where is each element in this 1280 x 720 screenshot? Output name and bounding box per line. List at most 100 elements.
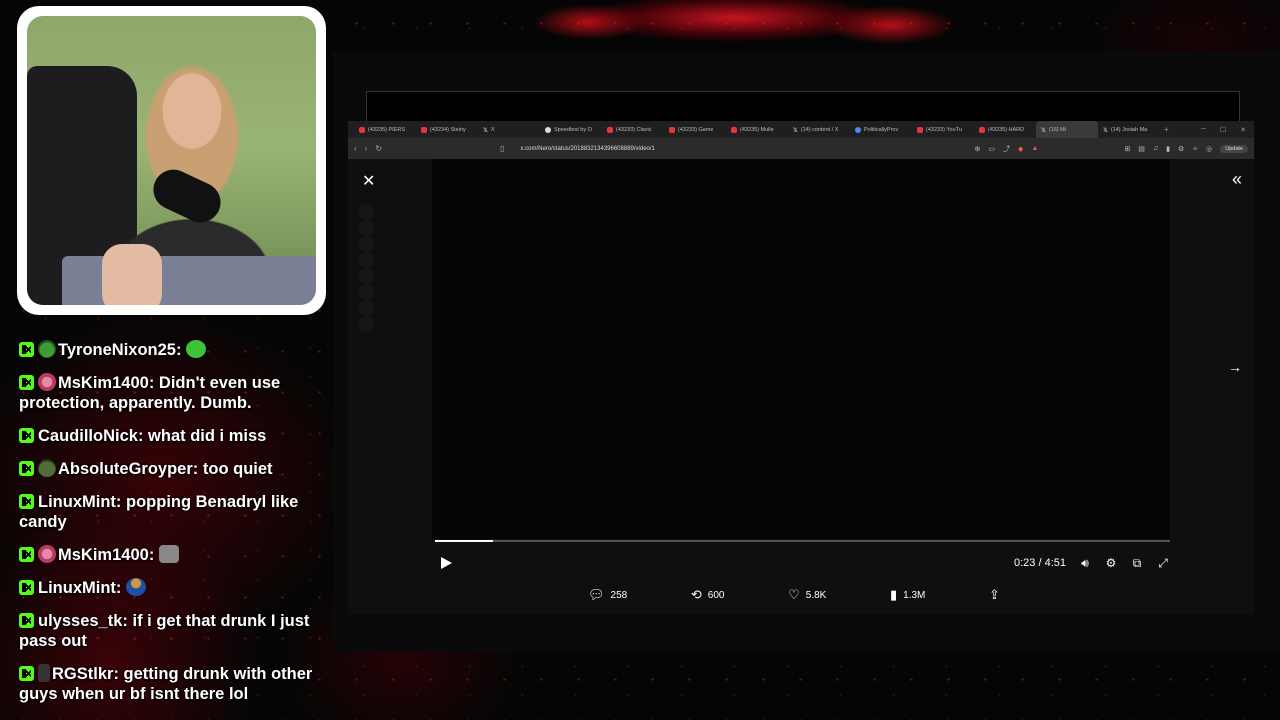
volume-icon[interactable]: 🔊︎ — [1078, 556, 1092, 571]
browser-tab[interactable]: Speedtest by O — [540, 121, 602, 138]
close-icon[interactable]: ✕ — [362, 171, 375, 191]
chat-username: AbsoluteGroyper — [58, 460, 193, 478]
browser-tab[interactable]: 𝕏 (14) content / X — [788, 121, 850, 138]
music-icon[interactable]: ♫ — [1153, 145, 1158, 152]
forward-icon[interactable]: › — [365, 144, 368, 153]
browser-tab[interactable]: 𝕏X — [478, 121, 540, 138]
reload-icon[interactable]: ↻ — [375, 144, 382, 153]
x-logo-icon: 𝕏 — [483, 127, 488, 134]
video-controls: 0:23 / 4:51 🔊︎ ⚙ ⧉ ⤢ — [435, 554, 1170, 572]
vpn-icon[interactable]: ◎ — [1206, 145, 1212, 153]
x-logo-icon: 𝕏 — [793, 127, 798, 134]
url-field[interactable]: x.com/Nero/status/2018832134396608889/vi… — [520, 146, 966, 152]
collapse-sidebar-icon[interactable]: « — [1232, 169, 1242, 190]
tab-label: Speedtest by O — [554, 126, 592, 133]
views-button[interactable]: ▮ 1.3M — [890, 587, 925, 603]
sidebar-icon[interactable]: ▮ — [1166, 145, 1170, 153]
share-button[interactable]: ⇪ — [989, 587, 1000, 603]
kick-icon — [19, 666, 34, 681]
tab-label: (43233) YouTu — [926, 126, 962, 133]
repost-button[interactable]: ⟲ 600 — [691, 587, 725, 603]
hand — [102, 244, 162, 305]
x-logo-icon: 𝕏 — [1041, 127, 1046, 134]
chat-feed: TyroneNixon25: MsKim1400: Didn't even us… — [19, 340, 325, 717]
like-button[interactable]: ♡ 5.8K — [788, 587, 826, 603]
youtube-icon — [669, 126, 675, 133]
back-icon[interactable]: ‹ — [354, 144, 357, 153]
chat-message: MsKim1400: — [19, 545, 325, 565]
browser-tab[interactable]: (43233) Game — [664, 121, 726, 138]
tab-label: (43235) Mulle — [740, 126, 774, 133]
next-arrow-icon[interactable]: → — [1228, 359, 1242, 375]
x-logo-icon: 𝕏 — [1103, 127, 1108, 134]
youtube-icon — [731, 126, 737, 133]
puzzle-icon[interactable]: ✧ — [1192, 145, 1198, 153]
kick-icon — [19, 580, 34, 595]
extensions-icon[interactable]: ⊞ — [1124, 145, 1130, 153]
browser-tab-active[interactable]: 𝕏 (16) Mi — [1036, 121, 1098, 138]
window-controls: ─ ☐ ✕ — [1201, 126, 1254, 134]
maximize-icon[interactable]: ☐ — [1220, 126, 1226, 134]
kick-icon — [19, 375, 34, 390]
close-window-icon[interactable]: ✕ — [1240, 126, 1246, 134]
current-time: 0:23 — [1013, 557, 1036, 569]
browser-tab[interactable]: PoliticallyProv — [850, 121, 912, 138]
brave-shield-icon[interactable]: ◆ — [1018, 145, 1023, 153]
tab-label: (14) content / X — [800, 126, 839, 133]
chat-username: TyroneNixon25 — [58, 341, 176, 359]
helmet-badge-icon — [38, 459, 56, 477]
repost-count: 600 — [707, 589, 725, 601]
tab-label: (43233) Game — [678, 126, 714, 133]
browser-tab[interactable]: (43233) Clavic — [602, 121, 664, 138]
video-progress-bar[interactable] — [435, 540, 1170, 542]
new-tab-button[interactable]: + — [1164, 125, 1169, 134]
settings-icon[interactable]: ⚙ — [1104, 556, 1118, 570]
browser-tab[interactable]: (43233) YouTu — [912, 121, 974, 138]
video-player[interactable] — [432, 159, 1170, 539]
pip-icon[interactable]: ⧉ — [1130, 556, 1144, 571]
media-viewer: ✕ « → 0:23 / 4:51 🔊︎ ⚙ ⧉ ⤢ 💬︎ 258 ⟲ 600 ♡ 5… — [348, 159, 1254, 614]
globe-icon — [545, 126, 551, 133]
browser-tab[interactable]: (43234) Steiny — [416, 121, 478, 138]
bowl-emote-icon — [126, 578, 146, 596]
rewards-icon[interactable]: ▲ — [1031, 145, 1038, 152]
capture-border — [366, 91, 1240, 121]
chat-username: LinuxMint — [38, 493, 116, 511]
browser-tab[interactable]: 𝕏 (14) Josiah Ma — [1098, 121, 1160, 138]
kick-icon — [19, 342, 34, 357]
chat-username: ulysses_tk — [38, 612, 123, 630]
kick-icon — [19, 428, 34, 443]
cat-emote-icon — [158, 545, 179, 563]
analytics-icon: ▮ — [890, 587, 898, 602]
tab-label: (43235) PIERS — [368, 126, 405, 133]
fullscreen-icon[interactable]: ⤢ — [1156, 556, 1170, 571]
screen-icon[interactable]: ▭ — [988, 145, 995, 153]
browser-chrome: (43235) PIERS (43234) Steiny 𝕏X Speedtes… — [348, 121, 1254, 159]
zoom-icon[interactable]: ⊕ — [975, 145, 981, 153]
gear-icon[interactable]: ⚙ — [1178, 145, 1184, 153]
browser-tab[interactable]: (43235) PIERS — [354, 121, 416, 138]
browser-tab[interactable]: (43235) HARD — [974, 121, 1036, 138]
share-icon[interactable]: ⤴ — [1003, 144, 1010, 154]
reply-button[interactable]: 💬︎ 258 — [588, 587, 627, 603]
pink-badge-icon — [38, 373, 56, 391]
chat-text: too quiet — [202, 460, 273, 478]
update-button[interactable]: Update — [1220, 144, 1248, 153]
tab-strip: (43235) PIERS (43234) Steiny 𝕏X Speedtes… — [348, 121, 1254, 138]
youtube-icon — [421, 126, 427, 133]
laptop — [62, 256, 316, 305]
post-actions: 💬︎ 258 ⟲ 600 ♡ 5.8K ▮ 1.3M ⇪ — [588, 587, 1000, 603]
minimize-icon[interactable]: ─ — [1201, 126, 1206, 134]
reply-count: 258 — [610, 589, 628, 601]
progress-fill — [435, 540, 494, 542]
kick-icon — [19, 461, 34, 476]
youtube-icon — [607, 126, 613, 133]
wallet-icon[interactable]: ▤ — [1138, 145, 1145, 153]
browser-tab[interactable]: (43235) Mulle — [726, 121, 788, 138]
play-icon[interactable] — [441, 557, 452, 569]
chat-message: MsKim1400: Didn't even use protection, a… — [19, 373, 281, 412]
chat-username: MsKim1400 — [58, 546, 149, 564]
view-count: 1.3M — [903, 589, 926, 601]
upload-icon: ⇪ — [989, 587, 1000, 602]
bookmark-icon[interactable]: ▯ — [500, 144, 504, 153]
